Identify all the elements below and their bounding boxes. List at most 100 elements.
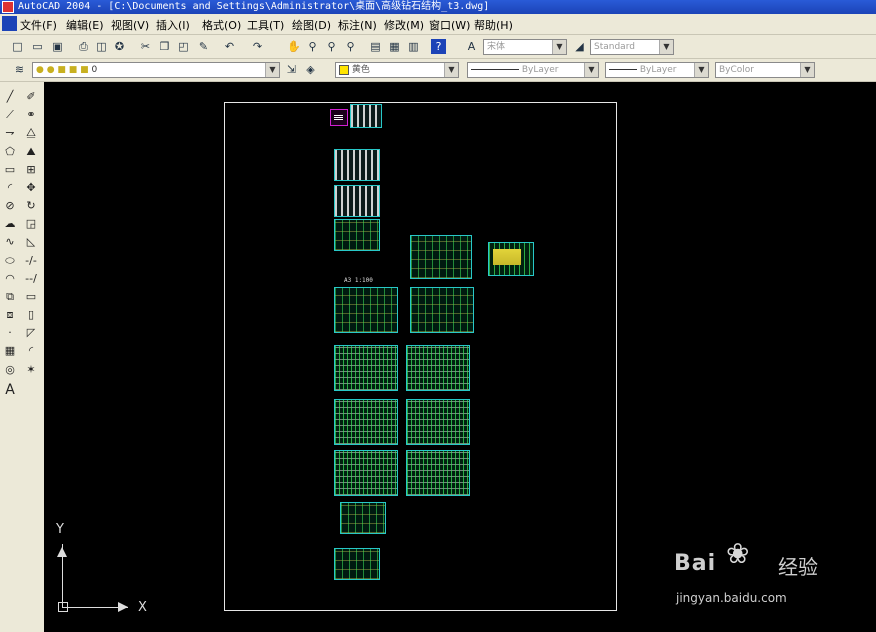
construction-line-icon[interactable]: ⟋ (3, 108, 17, 122)
make-layer-current-icon[interactable]: ⇲ (284, 62, 299, 77)
chevron-down-icon[interactable]: ▼ (444, 63, 458, 77)
chevron-down-icon[interactable]: ▼ (552, 40, 566, 54)
revision-cloud-icon[interactable]: ☁ (3, 217, 17, 231)
drawing-sheet-thumbnail[interactable] (334, 399, 398, 445)
drawing-sheet-thumbnail[interactable] (334, 149, 380, 181)
polygon-icon[interactable]: ⬠ (3, 145, 17, 159)
arc-icon[interactable]: ◜ (3, 181, 17, 195)
polyline-icon[interactable]: ⇁ (3, 126, 17, 140)
drawing-sheet-thumbnail[interactable] (334, 450, 398, 496)
linetype-select[interactable]: ByLayer ▼ (467, 62, 599, 78)
layer-manager-icon[interactable]: ≋ (12, 62, 27, 77)
chevron-down-icon[interactable]: ▼ (694, 63, 708, 77)
menu-modify[interactable]: 修改(M) (384, 17, 424, 33)
move-icon[interactable]: ✥ (24, 181, 38, 195)
extend-icon[interactable]: --/ (24, 272, 38, 286)
publish-icon[interactable]: ✪ (112, 39, 127, 54)
spline-icon[interactable]: ∿ (3, 235, 17, 249)
drawing-sheet-thumbnail[interactable] (334, 185, 380, 217)
copy-icon[interactable]: ❐ (157, 39, 172, 54)
menu-window[interactable]: 窗口(W) (429, 17, 470, 33)
chamfer-icon[interactable]: ◸ (24, 326, 38, 340)
drawing-sheet-thumbnail[interactable] (406, 345, 470, 391)
zoom-realtime-icon[interactable]: ⚲ (305, 39, 320, 54)
copy-object-icon[interactable]: ⚭ (24, 108, 38, 122)
region-icon[interactable]: ◎ (3, 363, 17, 377)
drawing-sheet-thumbnail[interactable] (406, 399, 470, 445)
undo-icon[interactable]: ↶ (222, 39, 237, 54)
dimension-style-select[interactable]: Standard ▼ (590, 39, 674, 55)
match-properties-icon[interactable]: ✎ (196, 39, 211, 54)
design-center-icon[interactable]: ▦ (387, 39, 402, 54)
properties-icon[interactable]: ▤ (368, 39, 383, 54)
pan-icon[interactable]: ✋ (286, 39, 301, 54)
drawing-sheet-thumbnail[interactable] (410, 235, 472, 279)
drawing-sheet-thumbnail[interactable] (334, 219, 380, 251)
drawing-sheet-thumbnail[interactable] (334, 287, 398, 333)
multiline-text-icon[interactable]: A (3, 383, 17, 397)
menu-dimension[interactable]: 标注(N) (338, 17, 377, 33)
drawing-sheet-thumbnail[interactable] (410, 287, 474, 333)
print-icon[interactable]: ⎙ (76, 39, 91, 54)
offset-icon[interactable]: ⛰ (24, 145, 38, 159)
trim-icon[interactable]: -/- (24, 254, 38, 268)
tool-palettes-icon[interactable]: ▥ (406, 39, 421, 54)
ellipse-arc-icon[interactable]: ◠ (3, 272, 17, 286)
hatch-icon[interactable]: ▦ (3, 344, 17, 358)
menu-view[interactable]: 视图(V) (111, 17, 149, 33)
fillet-icon[interactable]: ◜ (24, 344, 38, 358)
chevron-down-icon[interactable]: ▼ (800, 63, 814, 77)
text-style-select[interactable]: 宋体 ▼ (483, 39, 567, 55)
rotate-icon[interactable]: ↻ (24, 199, 38, 213)
zoom-previous-icon[interactable]: ⚲ (343, 39, 358, 54)
drawing-sheet-thumbnail[interactable] (488, 242, 534, 276)
erase-icon[interactable]: ✐ (24, 90, 38, 104)
dimension-style-icon[interactable]: ◢ (572, 39, 587, 54)
layer-previous-icon[interactable]: ◈ (303, 62, 318, 77)
drawing-sheet-thumbnail[interactable] (334, 345, 398, 391)
chevron-down-icon[interactable]: ▼ (584, 63, 598, 77)
menu-edit[interactable]: 编辑(E) (66, 17, 104, 33)
lineweight-select[interactable]: ByLayer ▼ (605, 62, 709, 78)
explode-icon[interactable]: ✶ (24, 363, 38, 377)
zoom-window-icon[interactable]: ⚲ (324, 39, 339, 54)
color-select[interactable]: 黄色 ▼ (335, 62, 459, 78)
new-icon[interactable]: □ (10, 39, 25, 54)
print-preview-icon[interactable]: ◫ (94, 39, 109, 54)
document-icon[interactable] (2, 16, 17, 31)
save-icon[interactable]: ▣ (50, 39, 65, 54)
chevron-down-icon[interactable]: ▼ (265, 63, 279, 77)
help-icon[interactable]: ? (431, 39, 446, 54)
plotstyle-select[interactable]: ByColor ▼ (715, 62, 815, 78)
menu-help[interactable]: 帮助(H) (474, 17, 513, 33)
drawing-sheet-thumbnail[interactable] (330, 109, 348, 126)
drawing-sheet-thumbnail[interactable] (406, 450, 470, 496)
drawing-sheet-thumbnail[interactable] (350, 104, 382, 128)
stretch-icon[interactable]: ◺ (24, 235, 38, 249)
scale-icon[interactable]: ◲ (24, 217, 38, 231)
layer-select[interactable]: ● ● ■ ■ ■ 0 ▼ (32, 62, 280, 78)
menu-insert[interactable]: 插入(I) (156, 17, 190, 33)
break-icon[interactable]: ▭ (24, 290, 38, 304)
chevron-down-icon[interactable]: ▼ (659, 40, 673, 54)
array-icon[interactable]: ⊞ (24, 163, 38, 177)
paste-icon[interactable]: ◰ (176, 39, 191, 54)
text-style-icon[interactable]: A (464, 39, 479, 54)
menu-draw[interactable]: 绘图(D) (292, 17, 331, 33)
menu-tools[interactable]: 工具(T) (247, 17, 284, 33)
model-space-canvas[interactable]: A3 1:100 Y X Bai ❀ 经验 jingyan.baidu.com (44, 82, 876, 632)
mirror-icon[interactable]: ⧋ (24, 126, 38, 140)
redo-icon[interactable]: ↷ (250, 39, 265, 54)
cut-icon[interactable]: ✂ (138, 39, 153, 54)
insert-block-icon[interactable]: ⧉ (3, 290, 17, 304)
circle-icon[interactable]: ⊘ (3, 199, 17, 213)
drawing-sheet-thumbnail[interactable] (340, 502, 386, 534)
ellipse-icon[interactable]: ⬭ (3, 254, 17, 268)
point-icon[interactable]: · (3, 326, 17, 340)
make-block-icon[interactable]: ⧈ (3, 308, 17, 322)
open-icon[interactable]: ▭ (30, 39, 45, 54)
line-icon[interactable]: ╱ (3, 90, 17, 104)
rectangle-icon[interactable]: ▭ (3, 163, 17, 177)
drawing-sheet-thumbnail[interactable] (334, 548, 380, 580)
break-at-point-icon[interactable]: ▯ (24, 308, 38, 322)
